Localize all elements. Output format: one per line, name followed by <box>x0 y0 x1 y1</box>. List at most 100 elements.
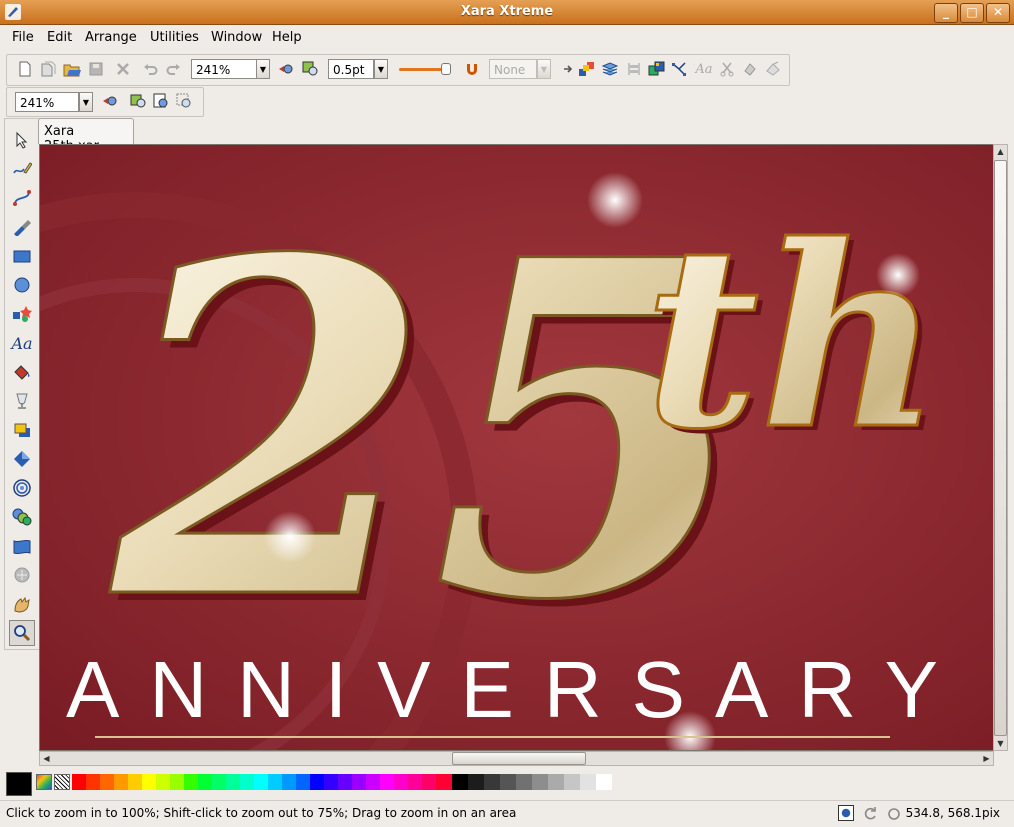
grey-swatch[interactable] <box>580 774 596 790</box>
zoom-previous-button[interactable] <box>277 59 297 79</box>
document-tab[interactable]: Xara 25th.xar <box>38 118 134 154</box>
menu-help[interactable]: Help <box>272 30 302 45</box>
live-effects-tool[interactable] <box>9 562 35 588</box>
text-style-button[interactable]: Aa <box>694 59 714 79</box>
anniversary-text: ANNIVERSARY <box>66 645 968 734</box>
vertical-scrollbar[interactable]: ▲ ▼ <box>993 144 1008 751</box>
bring-to-front-button[interactable] <box>577 59 597 79</box>
slider-knob[interactable] <box>441 63 451 75</box>
open-button[interactable] <box>62 59 82 79</box>
rectangle-tool[interactable] <box>9 243 35 269</box>
new-template-button[interactable] <box>38 59 58 79</box>
color-swatch[interactable] <box>436 774 452 790</box>
arrow-right-icon: ▶ <box>983 754 990 763</box>
snap-magnet-button[interactable] <box>462 59 482 79</box>
shape-editor-button[interactable] <box>670 59 690 79</box>
grey-swatch[interactable] <box>596 774 612 790</box>
grey-swatch[interactable] <box>468 774 484 790</box>
zoom-drawing-button[interactable] <box>301 59 321 79</box>
arrow-button[interactable] <box>558 59 578 79</box>
line-width-combo[interactable]: 0.5pt <box>328 59 374 79</box>
fill-color-button[interactable] <box>647 59 667 79</box>
bevel-tool[interactable] <box>9 446 35 472</box>
zoom-tool[interactable] <box>9 620 35 646</box>
snap-icon[interactable] <box>886 806 902 822</box>
status-message: Click to zoom in to 100%; Shift-click to… <box>6 806 517 820</box>
fill-tool[interactable] <box>9 359 35 385</box>
blend-tool[interactable] <box>9 504 35 530</box>
menu-file[interactable]: File <box>12 30 34 45</box>
zoom-to-page-button[interactable] <box>152 91 172 111</box>
grey-swatch[interactable] <box>516 774 532 790</box>
grey-swatch[interactable] <box>564 774 580 790</box>
refresh-icon[interactable] <box>862 806 878 822</box>
pen-tool[interactable] <box>9 214 35 240</box>
menu-arrange[interactable]: Arrange <box>85 30 137 45</box>
scroll-down-button[interactable]: ▼ <box>994 737 1007 750</box>
redo-button[interactable] <box>164 59 184 79</box>
transparency-tool[interactable] <box>9 388 35 414</box>
zoom-combo-2[interactable]: 241% <box>15 92 79 112</box>
line-width-dropdown[interactable]: ▼ <box>374 59 388 79</box>
zoom-to-selection-button[interactable] <box>175 91 195 111</box>
grey-swatch[interactable] <box>548 774 564 790</box>
scroll-up-button[interactable]: ▲ <box>994 145 1007 158</box>
close-icon: ✕ <box>992 5 1004 19</box>
text-tool[interactable]: Aa <box>9 330 35 356</box>
grey-swatch[interactable] <box>484 774 500 790</box>
scissors-icon <box>720 62 734 77</box>
menu-utilities[interactable]: Utilities <box>150 30 199 45</box>
shadow-tool[interactable] <box>9 417 35 443</box>
zoom-to-drawing-button[interactable] <box>129 91 149 111</box>
quickshape-tool[interactable] <box>9 301 35 327</box>
paste-button[interactable] <box>763 59 783 79</box>
zoom-toolbar: 241% ▼ <box>6 87 204 117</box>
horizontal-scroll-thumb[interactable] <box>452 752 586 765</box>
render-quality-icon[interactable] <box>838 805 854 821</box>
shadow-icon <box>14 423 30 437</box>
zoom-dropdown-2[interactable]: ▼ <box>79 92 93 112</box>
menu-window[interactable]: Window <box>211 30 262 45</box>
grey-swatch[interactable] <box>500 774 516 790</box>
freehand-tool[interactable] <box>9 156 35 182</box>
text-aa-icon: Aa <box>11 333 33 353</box>
bezier-tool[interactable] <box>9 185 35 211</box>
color-picker-button[interactable] <box>36 774 52 790</box>
contour-tool[interactable] <box>9 475 35 501</box>
save-button[interactable] <box>86 59 106 79</box>
scroll-left-button[interactable]: ◀ <box>40 752 53 765</box>
cut-button[interactable] <box>717 59 737 79</box>
drawing-canvas[interactable]: 25 25 th th ANNIVERSARY <box>39 144 994 751</box>
arrowhead-dropdown[interactable]: ▼ <box>537 59 551 79</box>
zoom-previous-button-2[interactable] <box>101 91 121 111</box>
mould-tool[interactable] <box>9 533 35 559</box>
pen-nib-icon <box>14 220 31 236</box>
zoom-combo[interactable]: 241% <box>191 59 257 79</box>
undo-button[interactable] <box>140 59 160 79</box>
selector-tool[interactable] <box>9 127 35 153</box>
arrowhead-combo[interactable]: None <box>489 59 537 79</box>
zoom-dropdown[interactable]: ▼ <box>256 59 270 79</box>
ellipse-tool[interactable] <box>9 272 35 298</box>
horizontal-scrollbar[interactable]: ◀ ▶ <box>39 751 994 766</box>
vertical-scroll-thumb[interactable] <box>994 160 1007 736</box>
line-width-slider[interactable] <box>399 63 451 75</box>
new-document-button[interactable] <box>15 59 35 79</box>
delete-button[interactable] <box>113 59 133 79</box>
grey-swatch[interactable] <box>532 774 548 790</box>
arrow-right-icon <box>564 65 573 73</box>
layers-button[interactable] <box>600 59 620 79</box>
current-color-black[interactable] <box>6 772 32 796</box>
minimize-button[interactable]: _ <box>934 3 958 23</box>
menu-edit[interactable]: Edit <box>47 30 72 45</box>
contour-rings-icon <box>13 479 31 497</box>
push-tool[interactable] <box>9 591 35 617</box>
fill-bucket-icon <box>14 365 30 380</box>
grey-swatch[interactable] <box>452 774 468 790</box>
scroll-right-button[interactable]: ▶ <box>980 752 993 765</box>
align-button[interactable] <box>624 59 644 79</box>
no-color-swatch[interactable] <box>54 774 70 790</box>
copy-button[interactable] <box>740 59 760 79</box>
close-button[interactable]: ✕ <box>986 3 1010 23</box>
maximize-button[interactable]: □ <box>960 3 984 23</box>
